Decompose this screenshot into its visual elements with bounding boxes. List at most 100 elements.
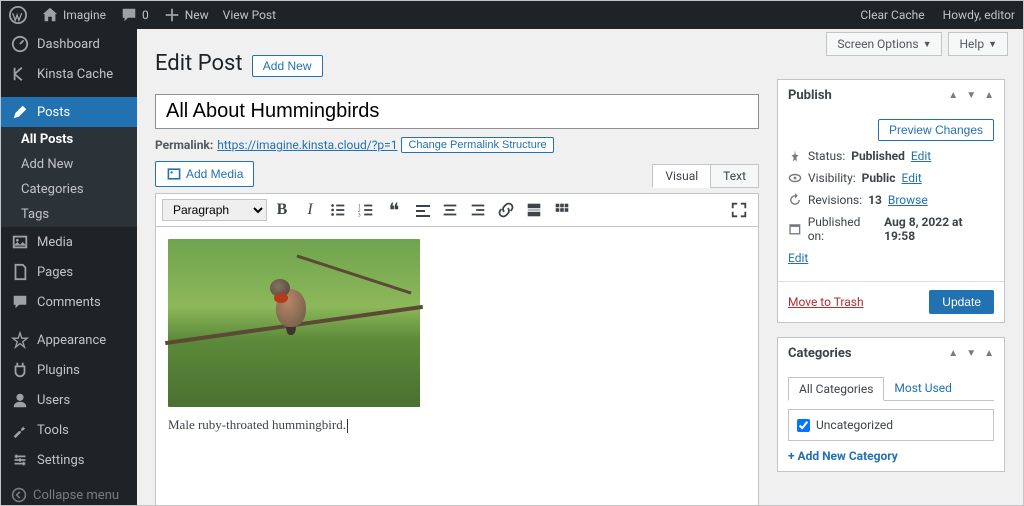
sidebar-item-kinsta[interactable]: Kinsta Cache [1, 59, 137, 89]
toolbar-toggle-button[interactable] [549, 197, 575, 223]
sidebar-item-tools[interactable]: Tools [1, 415, 137, 445]
sidebar-subitem-categories[interactable]: Categories [1, 177, 137, 202]
update-button[interactable]: Update [929, 290, 994, 314]
post-image[interactable] [168, 239, 420, 407]
chevron-down-icon: ▼ [988, 39, 997, 50]
sidebar-subitem-tags[interactable]: Tags [1, 202, 137, 227]
format-select[interactable]: Paragraph [162, 199, 267, 221]
comments-link[interactable]: 0 [120, 6, 149, 24]
sidebar-item-plugins[interactable]: Plugins [1, 355, 137, 385]
comments-count: 0 [142, 8, 149, 22]
clear-cache-link[interactable]: Clear Cache [860, 8, 924, 22]
new-link[interactable]: New [163, 6, 209, 24]
howdy-link[interactable]: Howdy, editor [943, 8, 1015, 22]
editor-content[interactable]: Male ruby-throated hummingbird. [156, 227, 758, 505]
visibility-label: Visibility: [808, 171, 856, 185]
preview-changes-button[interactable]: Preview Changes [878, 119, 994, 141]
site-name: Imagine [63, 8, 106, 22]
help-label: Help [959, 37, 984, 51]
sidebar-item-label: Posts [37, 105, 70, 120]
pin-icon [788, 149, 802, 163]
categories-box: Categories ▲ ▼ ▲ All Categories Most Used U… [777, 337, 1005, 472]
add-new-category-link[interactable]: + Add New Category [788, 449, 994, 463]
sidebar-item-label: Pages [37, 265, 73, 280]
tab-text[interactable]: Text [710, 164, 759, 188]
sidebar-item-dashboard[interactable]: Dashboard [1, 29, 137, 59]
publish-box: Publish ▲ ▼ ▲ Preview Changes Status: Publi… [777, 79, 1005, 323]
revisions-browse-link[interactable]: Browse [888, 193, 928, 207]
status-label: Status: [808, 149, 845, 163]
sidebar-item-appearance[interactable]: Appearance [1, 325, 137, 355]
eye-icon [788, 171, 802, 185]
collapse-menu[interactable]: Collapse menu [1, 475, 137, 505]
readmore-button[interactable] [521, 197, 547, 223]
sidebar-item-label: Users [37, 393, 70, 408]
status-edit-link[interactable]: Edit [911, 149, 931, 163]
number-list-button[interactable]: 123 [353, 197, 379, 223]
sidebar-item-label: Dashboard [37, 37, 100, 52]
site-link[interactable]: Imagine [41, 6, 106, 24]
tab-visual[interactable]: Visual [652, 164, 711, 188]
move-to-trash-link[interactable]: Move to Trash [788, 295, 864, 309]
sidebar-item-label: Comments [37, 295, 101, 310]
publish-title: Publish [788, 88, 832, 103]
sidebar-item-label: Settings [37, 453, 84, 468]
tab-all-categories[interactable]: All Categories [788, 377, 884, 401]
add-media-button[interactable]: Add Media [155, 161, 254, 187]
permalink-label: Permalink: [155, 138, 213, 152]
sidebar-item-label: Plugins [37, 363, 80, 378]
sidebar-item-settings[interactable]: Settings [1, 445, 137, 475]
chevron-down-icon: ▼ [923, 39, 932, 50]
box-up-icon[interactable]: ▲ [948, 90, 958, 101]
revisions-value: 13 [868, 193, 882, 207]
published-label: Published on: [808, 215, 878, 243]
new-label: New [185, 8, 209, 22]
help-button[interactable]: Help ▼ [948, 32, 1008, 56]
sidebar-subitem-allposts[interactable]: All Posts [1, 127, 137, 152]
category-item[interactable]: Uncategorized [797, 418, 985, 432]
post-title-input[interactable] [155, 94, 759, 129]
align-center-button[interactable] [437, 197, 463, 223]
sidebar-item-label: Media [37, 235, 73, 250]
sidebar-item-users[interactable]: Users [1, 385, 137, 415]
box-down-icon[interactable]: ▼ [966, 348, 976, 359]
add-media-label: Add Media [186, 167, 243, 181]
status-value: Published [851, 149, 905, 163]
sidebar-item-comments[interactable]: Comments [1, 287, 137, 317]
box-toggle-icon[interactable]: ▲ [984, 90, 994, 101]
visibility-edit-link[interactable]: Edit [901, 171, 921, 185]
sidebar-item-pages[interactable]: Pages [1, 257, 137, 287]
sidebar-item-media[interactable]: Media [1, 227, 137, 257]
categories-title: Categories [788, 346, 852, 361]
screen-options-button[interactable]: Screen Options ▼ [826, 32, 942, 56]
image-caption: Male ruby-throated hummingbird. [168, 417, 346, 432]
wp-logo[interactable] [9, 6, 27, 24]
quote-button[interactable]: ❝ [381, 197, 407, 223]
visibility-value: Public [862, 171, 896, 185]
published-edit-link[interactable]: Edit [788, 251, 808, 265]
add-new-button[interactable]: Add New [252, 55, 323, 77]
category-checkbox[interactable] [797, 419, 810, 432]
bullet-list-button[interactable] [325, 197, 351, 223]
box-up-icon[interactable]: ▲ [948, 348, 958, 359]
sidebar-item-label: Appearance [37, 333, 106, 348]
revisions-icon [788, 193, 802, 207]
sidebar-item-posts[interactable]: Posts [1, 97, 137, 127]
italic-button[interactable]: I [297, 197, 323, 223]
bold-button[interactable]: B [269, 197, 295, 223]
align-left-button[interactable] [409, 197, 435, 223]
link-button[interactable] [493, 197, 519, 223]
published-value: Aug 8, 2022 at 19:58 [884, 215, 994, 243]
permalink-url[interactable]: https://imagine.kinsta.cloud/?p=1 [217, 138, 397, 152]
tab-most-used[interactable]: Most Used [884, 377, 962, 400]
box-toggle-icon[interactable]: ▲ [984, 348, 994, 359]
text-cursor [347, 419, 348, 433]
svg-text:3: 3 [358, 212, 361, 218]
page-title: Edit Post [155, 37, 243, 86]
fullscreen-button[interactable] [726, 197, 752, 223]
change-permalink-button[interactable]: Change Permalink Structure [401, 137, 553, 153]
sidebar-subitem-addnew[interactable]: Add New [1, 152, 137, 177]
align-right-button[interactable] [465, 197, 491, 223]
view-post-link[interactable]: View Post [223, 8, 276, 22]
box-down-icon[interactable]: ▼ [966, 90, 976, 101]
